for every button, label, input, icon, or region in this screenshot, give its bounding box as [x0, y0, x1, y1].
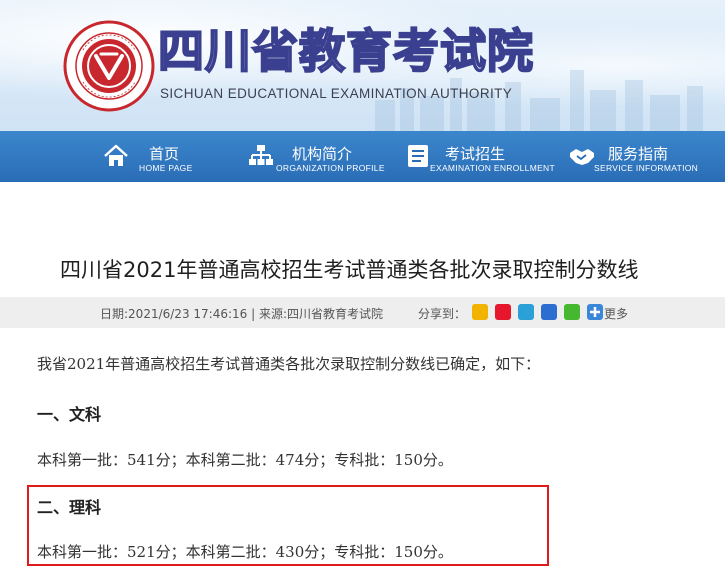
site-title: 四川省教育考试院: [157, 24, 534, 78]
home-icon: [104, 144, 128, 166]
share-more-link[interactable]: 更多: [604, 305, 628, 322]
nav-sublabel: EXAMINATION ENROLLMENT: [430, 163, 555, 173]
article-meta-bar: 日期:2021/6/23 17:46:16 | 来源:四川省教育考试院 分享到：…: [0, 297, 725, 328]
share-label: 分享到：: [418, 307, 467, 321]
nav-label: 服务指南: [608, 145, 669, 163]
org-chart-icon: [249, 145, 273, 165]
authority-logo: [63, 20, 155, 112]
nav-item-service[interactable]: 服务指南 SERVICE INFORMATION: [569, 131, 719, 182]
nav-item-home[interactable]: 首页 HOME PAGE: [103, 131, 223, 182]
share-wechat-icon[interactable]: [564, 304, 580, 320]
nav-label: 机构简介: [292, 145, 353, 163]
share-tencent-weibo-icon[interactable]: [518, 304, 534, 320]
main-nav: 首页 HOME PAGE 机构简介 ORGANIZATION PROFILE 考…: [0, 131, 725, 182]
share-more-icon[interactable]: [587, 304, 603, 320]
handshake-icon: [570, 149, 594, 165]
nav-sublabel: HOME PAGE: [139, 163, 193, 173]
nav-item-enrollment[interactable]: 考试招生 EXAMINATION ENROLLMENT: [405, 131, 565, 182]
share-renren-icon[interactable]: [541, 304, 557, 320]
nav-item-organization[interactable]: 机构简介 ORGANIZATION PROFILE: [248, 131, 393, 182]
section-body-liberal-arts: 本科第一批：541分；本科第二批：474分；专科批：150分。: [37, 451, 453, 469]
section-body-science: 本科第一批：521分；本科第二批：430分；专科批：150分。: [37, 543, 453, 561]
share-weibo-icon[interactable]: [495, 304, 511, 320]
section-heading-liberal-arts: 一、文科: [37, 405, 102, 424]
site-title-english: SICHUAN EDUCATIONAL EXAMINATION AUTHORIT…: [160, 86, 513, 101]
share-qzone-icon[interactable]: [472, 304, 488, 320]
article-title: 四川省2021年普通高校招生考试普通类各批次录取控制分数线: [60, 258, 639, 282]
section-heading-science: 二、理科: [37, 498, 102, 517]
nav-sublabel: SERVICE INFORMATION: [594, 163, 699, 173]
header-banner: 四川省教育考试院 SICHUAN EDUCATIONAL EXAMINATION…: [0, 0, 725, 182]
article-intro: 我省2021年普通高校招生考试普通类各批次录取控制分数线已确定，如下：: [37, 355, 541, 373]
article-meta: 日期:2021/6/23 17:46:16 | 来源:四川省教育考试院: [100, 307, 383, 321]
nav-sublabel: ORGANIZATION PROFILE: [276, 163, 385, 173]
document-list-icon: [408, 145, 428, 167]
nav-label: 首页: [149, 145, 180, 163]
nav-label: 考试招生: [445, 145, 506, 163]
